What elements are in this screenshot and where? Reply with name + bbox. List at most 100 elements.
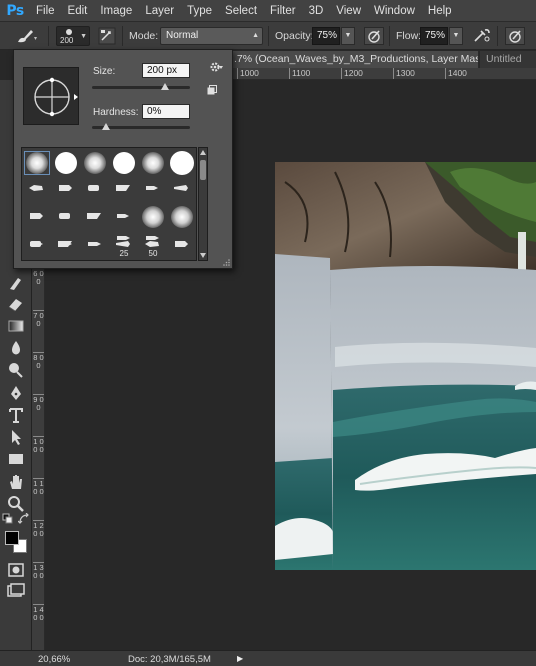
menu-select[interactable]: Select [225,5,257,17]
menu-layer[interactable]: Layer [145,5,174,17]
ruler-tick-label: 1 2 0 0 [33,520,44,538]
menu-3d[interactable]: 3D [309,5,324,17]
screen-mode-icon[interactable] [6,582,26,600]
brush-preset-tip[interactable] [111,177,137,201]
menu-window[interactable]: Window [374,5,415,17]
brush-preset-tip[interactable] [24,205,50,229]
brush-preset-tip[interactable]: 50 [140,233,166,258]
chevron-updown-icon: ▲ [252,32,259,39]
dodge-tool-icon[interactable] [6,361,26,379]
pressure-size-icon[interactable] [505,27,525,45]
opacity-dropdown-button[interactable]: ▼ [341,27,355,45]
toggle-brush-panel-icon[interactable] [98,27,116,45]
brush-preset-tip[interactable] [53,233,79,257]
brush-tip-icon [146,185,158,190]
ruler-tick-label: 1000 [237,68,259,79]
brush-preset-picker-button[interactable]: 200 ▼ [56,26,90,46]
flow-dropdown-button[interactable]: ▼ [449,27,463,45]
brush-tool-preset-icon[interactable] [15,27,37,45]
brush-preset-tip[interactable] [24,177,50,201]
brush-tip-icon [88,185,99,191]
brush-dab-icon [171,206,193,228]
airbrush-icon[interactable] [472,27,492,45]
brush-preset-tip[interactable] [111,205,137,229]
new-preset-icon[interactable] [207,85,217,95]
brush-dab-icon [113,152,135,174]
scrollbar-thumb[interactable] [200,160,206,180]
menu-view[interactable]: View [336,5,361,17]
document-tab-untitled[interactable]: Untitled [480,51,536,68]
resize-grip-icon[interactable] [222,258,230,266]
rectangle-tool-icon[interactable] [6,450,26,468]
type-tool-icon[interactable] [6,406,26,424]
zoom-level[interactable]: 20,66% [38,654,70,665]
pressure-opacity-icon[interactable] [364,27,384,45]
brush-angle-preview[interactable] [23,67,79,125]
size-input[interactable]: 200 px [142,63,190,78]
brush-preset-round[interactable] [53,151,79,175]
brush-preset-tip[interactable]: 25 [111,233,137,258]
menu-file[interactable]: File [36,5,55,17]
brush-preset-round[interactable] [111,151,137,175]
brush-preset-tip[interactable] [169,177,195,201]
document-image[interactable] [275,162,536,570]
size-slider-track[interactable] [92,86,190,89]
brush-preset-tip[interactable] [82,205,108,229]
blend-mode-select[interactable]: Normal ▲ [160,27,263,45]
menu-image[interactable]: Image [100,5,132,17]
hardness-slider-thumb[interactable] [102,123,110,130]
menu-edit[interactable]: Edit [68,5,88,17]
brush-tip-icon [59,242,72,246]
hardness-input[interactable]: 0% [142,104,190,119]
brush-preset-round[interactable] [169,151,195,175]
ruler-tick-label: 6 0 0 [33,268,44,286]
eraser-tool-icon[interactable] [6,295,26,313]
foreground-color-swatch[interactable] [5,531,19,545]
zoom-tool-icon[interactable] [6,495,26,513]
preset-scrollbar[interactable] [198,147,208,261]
brush-preset-tip[interactable] [53,177,79,201]
flow-label: Flow: [396,30,422,42]
menu-help[interactable]: Help [428,5,452,17]
document-size: Doc: 20,3M/165,5M [128,654,211,665]
brush-preset-tip[interactable] [24,233,50,257]
brush-dab-icon [55,152,77,174]
menu-filter[interactable]: Filter [270,5,296,17]
brush-preset-tip[interactable] [82,177,108,201]
gear-icon[interactable] [209,61,223,73]
opacity-input[interactable]: 75% [312,27,340,45]
brush-preset-round[interactable] [169,205,195,229]
brush-preset-round[interactable] [82,151,108,175]
document-tab-active[interactable]: .7% (Ocean_Waves_by_M3_Productions, Laye… [231,51,479,68]
separator [48,26,49,46]
pen-tool-icon[interactable] [6,384,26,402]
brush-preset-tip[interactable] [82,233,108,257]
menu-bar: Ps File Edit Image Layer Type Select Fil… [0,0,536,22]
swap-colors-icon[interactable] [18,513,30,525]
quick-mask-icon[interactable] [6,561,26,579]
ruler-tick-label: 1400 [445,68,467,79]
flow-input[interactable]: 75% [420,27,448,45]
brush-preset-round[interactable] [140,205,166,229]
hand-tool-icon[interactable] [6,473,26,491]
size-slider-thumb[interactable] [160,83,169,90]
status-menu-arrow-icon[interactable]: ▶ [237,654,243,663]
scroll-down-icon[interactable] [200,253,206,258]
separator [389,26,390,46]
history-brush-tool-icon[interactable] [6,274,26,292]
brush-dab-icon [26,152,48,174]
brush-tip-icon [175,242,188,246]
brush-preset-round[interactable] [140,151,166,175]
gradient-tool-icon[interactable] [6,317,26,335]
brush-dab-icon [84,152,106,174]
brush-preset-round[interactable] [24,151,50,175]
brush-preset-tip[interactable] [140,177,166,201]
menu-type[interactable]: Type [187,5,212,17]
brush-preset-tip[interactable] [169,233,195,257]
brush-tip-icon [116,185,130,191]
default-colors-icon[interactable] [2,513,14,525]
path-selection-tool-icon[interactable] [6,428,26,446]
scroll-up-icon[interactable] [200,150,206,155]
blur-tool-icon[interactable] [6,339,26,357]
brush-preset-tip[interactable] [53,205,79,229]
